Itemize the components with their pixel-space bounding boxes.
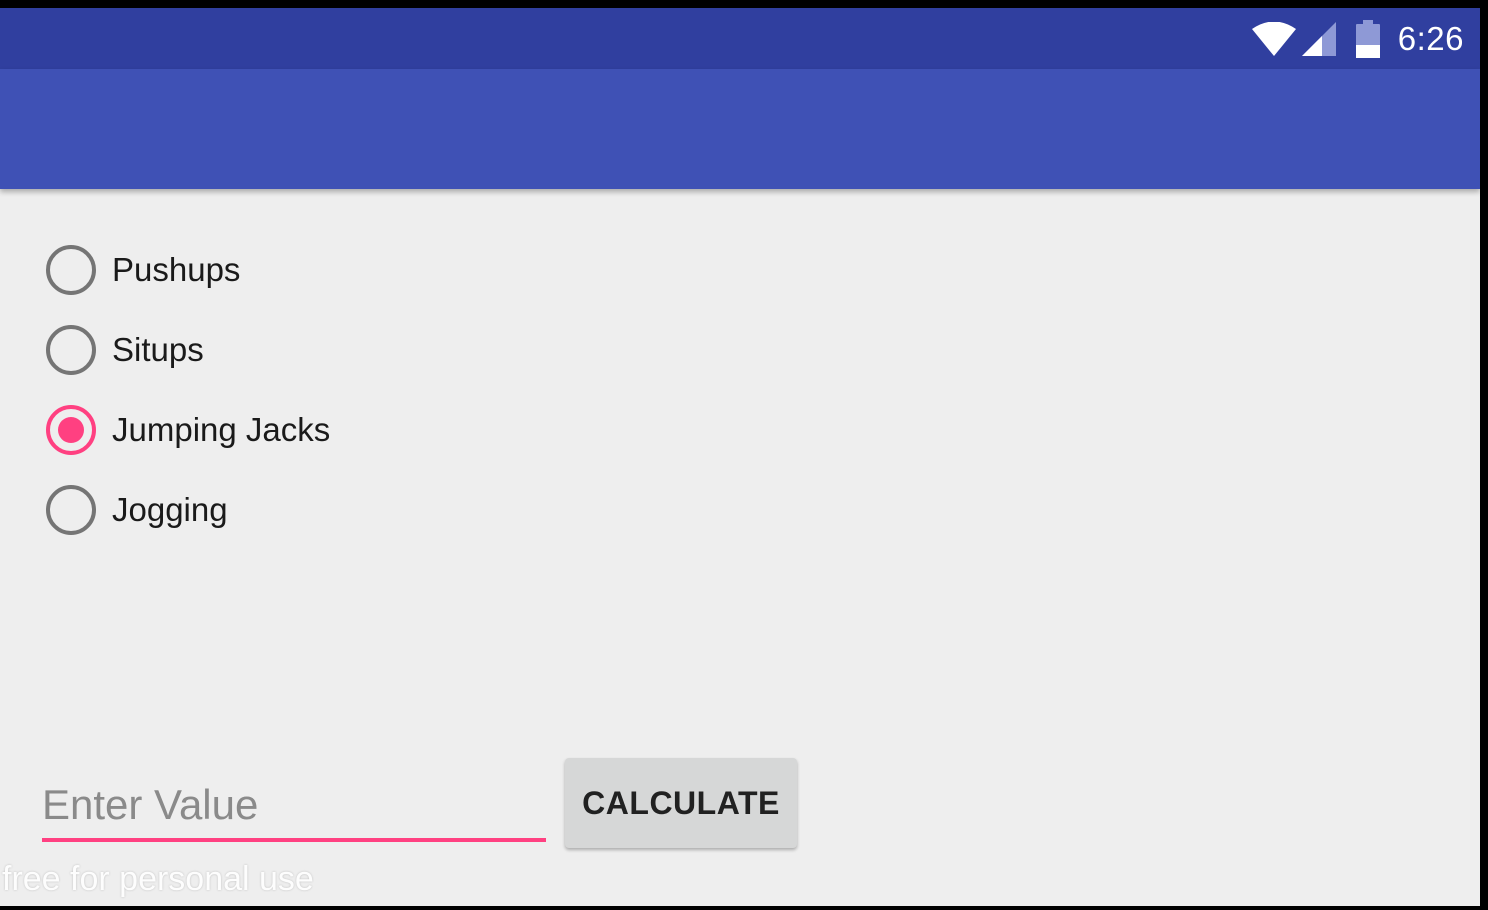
radio-option-jumping-jacks[interactable]: Jumping Jacks <box>46 390 330 470</box>
exercise-radio-group: Pushups Situps Jumping Jacks Jogging <box>46 230 330 550</box>
battery-icon <box>1355 19 1380 58</box>
radio-dot <box>58 417 84 443</box>
watermark-text: free for personal use <box>2 860 314 898</box>
app-screen: 6:26 Pushups Situps Jumping Jacks Joggin… <box>0 8 1480 906</box>
status-bar: 6:26 <box>0 8 1480 69</box>
app-bar <box>0 69 1480 189</box>
radio-label: Situps <box>112 331 204 368</box>
radio-option-situps[interactable]: Situps <box>46 310 330 390</box>
radio-option-pushups[interactable]: Pushups <box>46 230 330 310</box>
radio-option-jogging[interactable]: Jogging <box>46 470 330 550</box>
radio-label: Jumping Jacks <box>112 411 331 448</box>
radio-button-icon[interactable] <box>46 405 96 455</box>
radio-label: Pushups <box>112 251 241 288</box>
wifi-icon <box>1251 21 1296 56</box>
radio-button-icon[interactable] <box>46 485 96 535</box>
radio-button-icon[interactable] <box>46 325 96 375</box>
value-input[interactable] <box>42 778 546 842</box>
radio-label: Jogging <box>112 491 228 528</box>
status-time: 6:26 <box>1397 19 1464 57</box>
calculate-button[interactable]: CALCULATE <box>565 758 797 848</box>
status-icons: 6:26 <box>1251 8 1464 69</box>
cell-signal-icon <box>1301 21 1336 56</box>
radio-button-icon[interactable] <box>46 245 96 295</box>
